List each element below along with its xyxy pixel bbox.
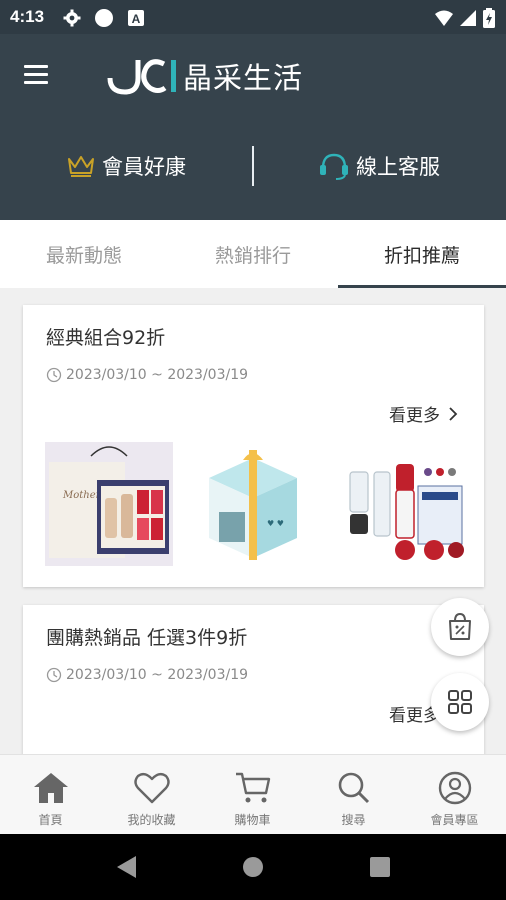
shopping-bag-icon bbox=[449, 612, 471, 640]
promo-title: 經典組合92折 bbox=[46, 327, 166, 349]
nav-member[interactable]: 會員專區 bbox=[404, 755, 505, 835]
product-image[interactable] bbox=[336, 442, 464, 566]
headset-icon bbox=[320, 153, 348, 180]
search-icon bbox=[338, 772, 369, 804]
clock-icon bbox=[46, 667, 62, 683]
svg-text:A: A bbox=[132, 12, 141, 26]
battery-icon bbox=[483, 8, 495, 28]
see-more-link[interactable]: 看更多 bbox=[389, 401, 458, 426]
nav-member-label: 會員專區 bbox=[430, 813, 479, 827]
signal-icon bbox=[460, 10, 476, 26]
menu-button[interactable] bbox=[24, 62, 54, 88]
app-header: 晶采生活 會員好康 線上客服 bbox=[0, 34, 506, 220]
brand-name: 晶采生活 bbox=[183, 61, 304, 95]
system-nav-bar bbox=[0, 834, 506, 900]
circle-icon bbox=[95, 9, 113, 27]
crown-icon bbox=[68, 156, 94, 177]
home-circle-icon[interactable] bbox=[242, 856, 264, 878]
tab-bar: 最新動態 熱銷排行 折扣推薦 bbox=[0, 220, 506, 288]
nav-cart[interactable]: 購物車 bbox=[202, 755, 303, 835]
a-icon: A bbox=[128, 10, 144, 26]
grid-icon bbox=[448, 690, 472, 714]
member-deals-label: 會員好康 bbox=[102, 155, 186, 179]
categories-button[interactable] bbox=[431, 673, 489, 731]
cart-icon bbox=[235, 772, 270, 803]
brand-logo bbox=[107, 59, 176, 95]
nav-search-label: 搜尋 bbox=[341, 813, 366, 827]
tab-discounts[interactable]: 折扣推薦 bbox=[338, 220, 506, 288]
header-divider bbox=[252, 146, 254, 186]
tab-latest[interactable]: 最新動態 bbox=[0, 220, 168, 288]
nav-cart-label: 購物車 bbox=[234, 813, 271, 827]
nav-favorites[interactable]: 我的收藏 bbox=[101, 755, 202, 835]
nav-home[interactable]: 首頁 bbox=[0, 755, 101, 835]
gear-icon bbox=[63, 9, 81, 27]
svg-text:♥ ♥: ♥ ♥ bbox=[267, 519, 284, 528]
back-icon[interactable] bbox=[114, 854, 138, 880]
see-more-label: 看更多 bbox=[389, 406, 440, 426]
product-image[interactable]: ♥ ♥ bbox=[189, 442, 317, 566]
tab-bestsellers[interactable]: 熱銷排行 bbox=[169, 220, 337, 288]
promo-date: 2023/03/10 ~ 2023/03/19 bbox=[46, 667, 248, 683]
user-icon bbox=[438, 771, 471, 805]
status-time: 4:13 bbox=[10, 7, 45, 26]
nav-home-label: 首頁 bbox=[38, 813, 63, 827]
clock-icon bbox=[46, 367, 62, 383]
discount-bag-button[interactable] bbox=[431, 598, 489, 656]
heart-icon bbox=[133, 772, 170, 804]
home-icon bbox=[33, 773, 68, 803]
online-service-label: 線上客服 bbox=[356, 155, 440, 179]
promo-date-text: 2023/03/10 ~ 2023/03/19 bbox=[66, 367, 249, 383]
wifi-icon bbox=[435, 10, 453, 26]
chevron-right-icon bbox=[449, 406, 458, 421]
member-deals-link[interactable]: 會員好康 bbox=[66, 146, 186, 186]
nav-search[interactable]: 搜尋 bbox=[303, 755, 404, 835]
svg-text:Mother: Mother bbox=[62, 490, 102, 501]
promo-title: 團購熱銷品 任選3件9折 bbox=[46, 627, 248, 649]
product-image[interactable]: Mother bbox=[45, 442, 173, 566]
promo-card[interactable]: 經典組合92折 2023/03/10 ~ 2023/03/19 看更多 Moth… bbox=[23, 305, 484, 587]
bottom-nav: 首頁 我的收藏 購物車 搜尋 會員專區 bbox=[0, 754, 506, 834]
promo-date-text: 2023/03/10 ~ 2023/03/19 bbox=[66, 667, 249, 683]
online-service-link[interactable]: 線上客服 bbox=[318, 146, 440, 186]
promo-date: 2023/03/10 ~ 2023/03/19 bbox=[46, 367, 248, 383]
recents-icon[interactable] bbox=[369, 856, 391, 878]
nav-favorites-label: 我的收藏 bbox=[127, 813, 176, 827]
status-bar: 4:13 A bbox=[0, 0, 506, 34]
